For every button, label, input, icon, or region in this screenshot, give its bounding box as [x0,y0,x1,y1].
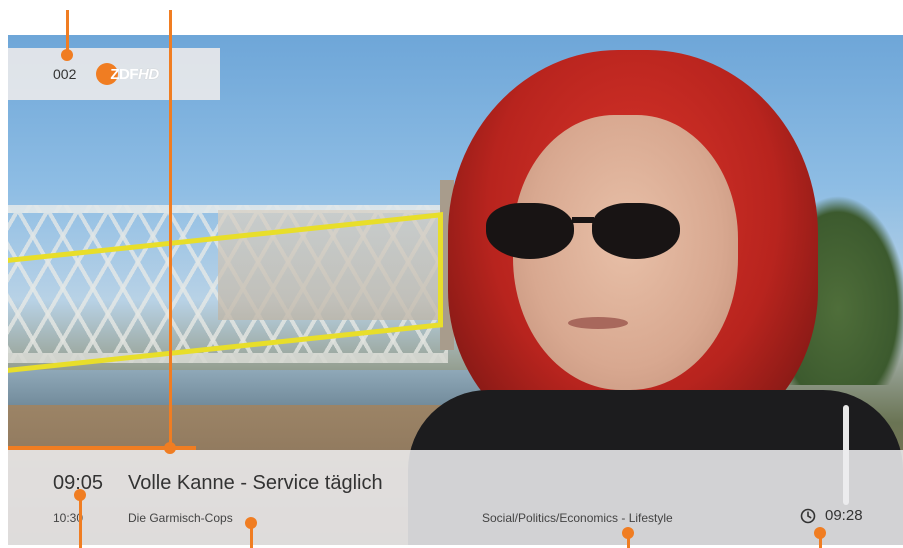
scene-water [8,370,488,410]
sunglasses-right-lens [592,203,680,259]
channel-logo: ZDF HD [96,63,159,85]
sunglasses-bridge [572,217,594,223]
channel-banner: 002 ZDF HD [8,48,220,100]
callout-dot-progress [164,442,176,454]
person-sunglasses [486,203,686,263]
callout-line-next-title [250,524,253,548]
program-info-bar: 09:05 Volle Kanne - Service täglich 10:3… [8,450,903,545]
channel-logo-suffix: HD [138,65,159,83]
callout-line-progress [169,10,172,445]
channel-number: 002 [53,66,77,82]
clock-time: 09:28 [825,507,863,524]
callout-line-program-time [79,496,82,548]
clock-icon [800,508,816,523]
callout-dot-channel-number [61,49,73,61]
callout-line-clock [819,534,822,548]
next-program-title: Die Garmisch-Cops [128,511,233,525]
channel-logo-text: ZDF [110,65,139,83]
current-clock: 09:28 [800,507,863,524]
program-progress-bar [8,446,903,450]
person-mouth [568,317,628,329]
callout-line-genre [627,534,630,548]
current-program-title: Volle Kanne - Service täglich [128,472,383,494]
program-genre: Social/Politics/Economics - Lifestyle [482,511,673,525]
sunglasses-left-lens [486,203,574,259]
